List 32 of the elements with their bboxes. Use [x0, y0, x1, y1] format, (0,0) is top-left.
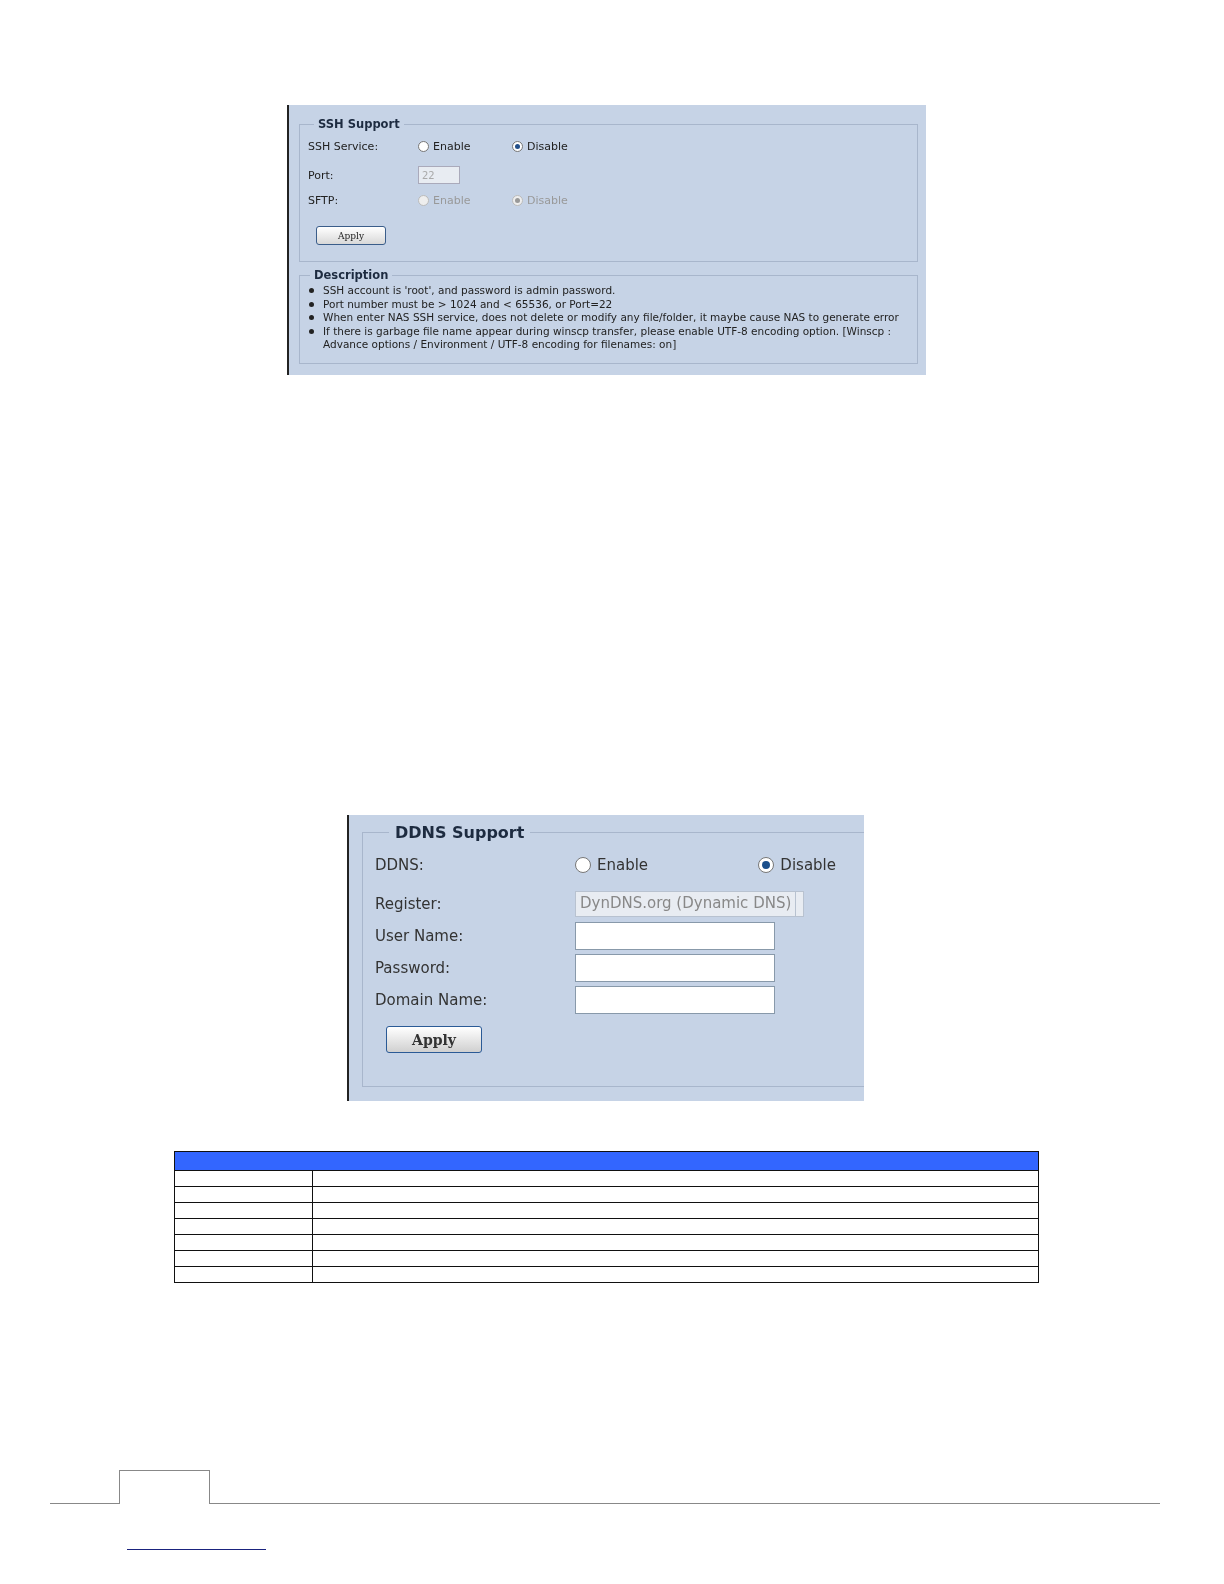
bullet-icon: [309, 301, 314, 307]
field-label: User Name:: [375, 927, 465, 945]
text-field[interactable]: [575, 954, 775, 982]
description-text: When enter NAS SSH service, does not delete or modify any file/folder, it maybe cause NAS to generate error: [323, 311, 899, 325]
radio-option[interactable]: Disable: [758, 856, 836, 874]
field-label: SSH Service:: [308, 140, 380, 153]
bullet-icon: [309, 315, 314, 320]
radio-button[interactable]: [418, 141, 429, 152]
radio-button[interactable]: [512, 141, 523, 152]
radio-option[interactable]: Disable: [512, 140, 606, 153]
field-label: Register:: [375, 895, 443, 913]
radio-button[interactable]: [758, 857, 775, 873]
field-label: Password:: [375, 959, 452, 977]
apply-button[interactable]: Apply: [386, 1026, 482, 1053]
radio-button[interactable]: [575, 857, 591, 873]
radio-option[interactable]: Enable: [575, 856, 649, 874]
group-title: DDNS Support: [394, 823, 526, 842]
group-title: Description: [313, 268, 390, 282]
field-label: DDNS:: [375, 856, 425, 874]
radio-option[interactable]: Enable: [418, 140, 512, 153]
bullet-icon: [309, 328, 314, 334]
group-title: SSH Support: [317, 117, 401, 131]
text-field[interactable]: [575, 922, 775, 950]
description-text: If there is garbage file name appear during winscp transfer, please enable UTF-8 encoding option. [Winscp : Advance options / Environment / UTF-8 encoding for filenames: on]: [323, 324, 893, 352]
field-label: SFTP:: [308, 194, 340, 207]
field-label: Port:: [308, 168, 335, 182]
bullet-icon: [309, 288, 314, 293]
text-field[interactable]: [575, 986, 775, 1014]
field-label: Domain Name:: [375, 991, 489, 1009]
description-text: SSH account is 'root', and password is admin password.: [323, 284, 616, 298]
apply-button[interactable]: Apply: [316, 226, 386, 245]
description-text: Port number must be > 1024 and < 65536, or Port=22: [323, 297, 613, 311]
